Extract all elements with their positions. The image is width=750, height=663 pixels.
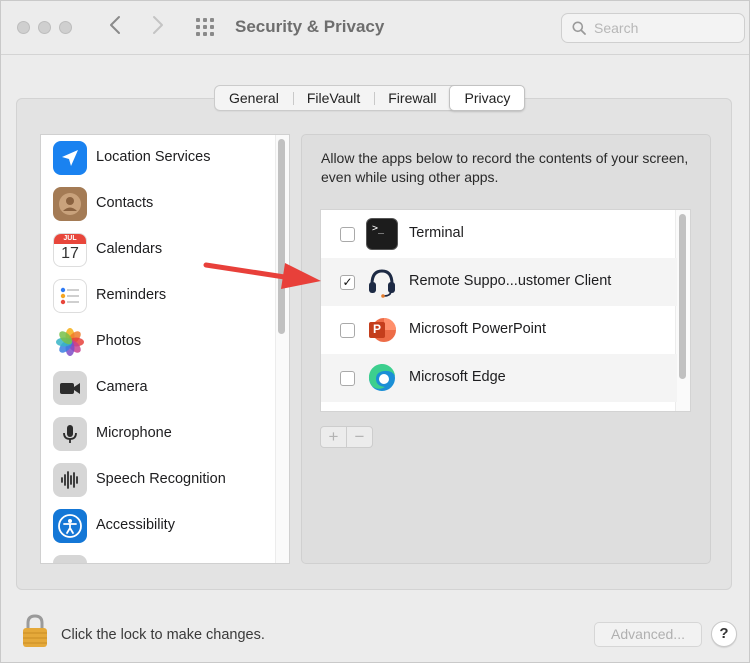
close-window-button[interactable] bbox=[17, 21, 30, 34]
screen-recording-description: Allow the apps below to record the conte… bbox=[321, 150, 689, 185]
app-list-scroll-track[interactable] bbox=[675, 210, 690, 411]
tab-general[interactable]: General bbox=[215, 86, 293, 110]
powerpoint-icon: P bbox=[366, 314, 398, 346]
edge-checkbox[interactable] bbox=[340, 371, 355, 386]
sidebar-item-camera[interactable]: Camera bbox=[41, 365, 277, 411]
app-row-label: Remote Suppo...ustomer Client bbox=[409, 273, 612, 289]
sidebar-scrollbar[interactable] bbox=[278, 139, 285, 334]
sidebar-item-label: Photos bbox=[96, 333, 142, 349]
sidebar-item-location-services[interactable]: Location Services bbox=[41, 135, 277, 181]
tab-privacy[interactable]: Privacy bbox=[449, 85, 526, 111]
screen-recording-app-list: >_ Terminal ✓ Remote Suppo...ustomer Cli… bbox=[320, 209, 691, 412]
sidebar-item-label: Contacts bbox=[96, 195, 154, 211]
powerpoint-checkbox[interactable] bbox=[340, 323, 355, 338]
window-title: Security & Privacy bbox=[235, 17, 385, 36]
headset-icon bbox=[366, 266, 398, 298]
powerpoint-letter: P bbox=[373, 322, 382, 336]
calendar-icon: JUL 17 bbox=[53, 233, 87, 267]
sidebar-item-microphone[interactable]: Microphone bbox=[41, 411, 277, 457]
search-icon bbox=[572, 21, 586, 35]
microphone-icon bbox=[53, 417, 87, 451]
help-button[interactable]: ? bbox=[711, 621, 737, 647]
waveform-icon bbox=[53, 463, 87, 497]
minimize-window-button[interactable] bbox=[38, 21, 51, 34]
sidebar-item-label: Calendars bbox=[96, 241, 163, 257]
photos-icon bbox=[53, 325, 87, 359]
advanced-button[interactable]: Advanced... bbox=[594, 622, 702, 647]
location-arrow-icon bbox=[53, 141, 87, 175]
sidebar-item-speech-recognition[interactable]: Speech Recognition bbox=[41, 457, 277, 503]
search-input[interactable] bbox=[594, 18, 734, 38]
chevron-left-icon bbox=[110, 16, 120, 34]
app-row-edge[interactable]: Microsoft Edge bbox=[321, 354, 677, 402]
sidebar-item-label: Microphone bbox=[96, 425, 172, 441]
edge-icon bbox=[366, 362, 398, 394]
red-arrow-annotation bbox=[203, 262, 321, 289]
app-row-powerpoint[interactable]: P Microsoft PowerPoint bbox=[321, 306, 677, 354]
security-privacy-window: Security & Privacy General FileVault Fir… bbox=[0, 0, 750, 663]
sidebar-item-accessibility[interactable]: Accessibility bbox=[41, 503, 277, 549]
camera-icon bbox=[53, 371, 87, 405]
reminders-icon bbox=[53, 279, 87, 313]
sidebar-item-label: Camera bbox=[96, 379, 148, 395]
app-list-scrollbar[interactable] bbox=[679, 214, 686, 379]
tab-bar: General FileVault Firewall Privacy bbox=[214, 85, 526, 111]
sidebar-item-label: Location Services bbox=[96, 149, 211, 165]
app-row-partial[interactable] bbox=[321, 402, 677, 411]
add-remove-control: + − bbox=[320, 426, 373, 448]
privacy-category-list: Location Services Contacts JUL 17 Calend… bbox=[40, 134, 290, 564]
app-row-label: Terminal bbox=[409, 225, 464, 241]
sidebar-item-label: Accessibility bbox=[96, 517, 175, 533]
remove-app-button[interactable]: − bbox=[346, 427, 372, 447]
chevron-right-icon bbox=[153, 16, 163, 34]
sidebar-item-partial[interactable] bbox=[41, 549, 277, 563]
app-row-remote-support[interactable]: ✓ Remote Suppo...ustomer Client bbox=[321, 258, 677, 306]
accessibility-icon bbox=[53, 509, 87, 543]
title-bar: Security & Privacy bbox=[1, 1, 749, 55]
terminal-prompt-text: >_ bbox=[372, 223, 385, 234]
sidebar-item-label: Reminders bbox=[96, 287, 167, 303]
terminal-checkbox[interactable] bbox=[340, 227, 355, 242]
sidebar-item-label: Speech Recognition bbox=[96, 471, 226, 487]
sidebar-item-contacts[interactable]: Contacts bbox=[41, 181, 277, 227]
app-row-terminal[interactable]: >_ Terminal bbox=[321, 210, 677, 258]
tab-filevault[interactable]: FileVault bbox=[292, 86, 374, 110]
calendar-day: 17 bbox=[61, 245, 79, 262]
remote-support-checkbox[interactable]: ✓ bbox=[340, 275, 355, 290]
partial-app-icon bbox=[53, 555, 87, 563]
search-field[interactable] bbox=[561, 13, 745, 43]
app-row-label: Microsoft Edge bbox=[409, 369, 506, 385]
sidebar-item-photos[interactable]: Photos bbox=[41, 319, 277, 365]
lock-instructions: Click the lock to make changes. bbox=[61, 627, 265, 643]
zoom-window-button[interactable] bbox=[59, 21, 72, 34]
calendar-month: JUL bbox=[54, 234, 86, 244]
contacts-icon bbox=[53, 187, 87, 221]
sidebar-scroll-track[interactable] bbox=[275, 135, 289, 563]
lock-icon[interactable] bbox=[22, 614, 48, 648]
tab-firewall[interactable]: Firewall bbox=[374, 86, 450, 110]
forward-button[interactable] bbox=[151, 13, 165, 44]
back-button[interactable] bbox=[108, 13, 122, 44]
terminal-icon: >_ bbox=[366, 218, 398, 250]
show-all-grid-icon[interactable] bbox=[196, 18, 216, 38]
app-row-label: Microsoft PowerPoint bbox=[409, 321, 546, 337]
add-app-button[interactable]: + bbox=[321, 427, 346, 447]
